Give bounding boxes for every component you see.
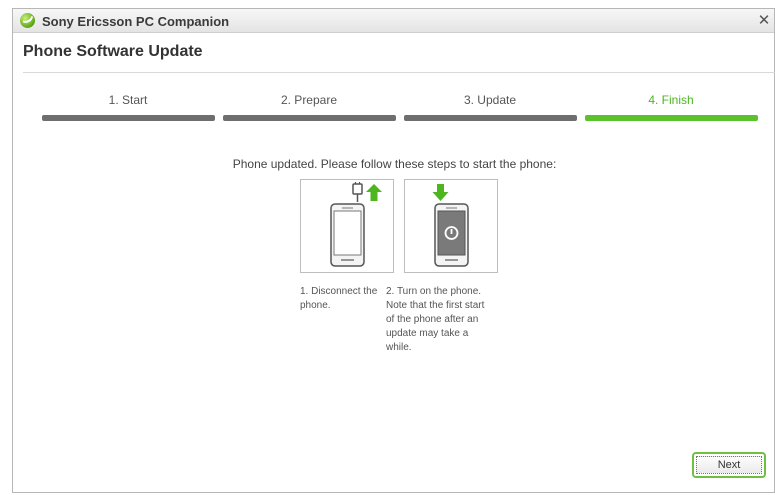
- header-divider: [23, 72, 775, 73]
- step-bar-finish: [585, 115, 758, 121]
- disconnect-card: [300, 179, 394, 273]
- page-title: Phone Software Update: [23, 43, 203, 60]
- step-label-prepare: 2. Prepare: [280, 93, 338, 107]
- power-on-caption: 2. Turn on the phone. Note that the firs…: [386, 286, 485, 353]
- companion-window: Sony Ericsson PC Companion ✕ Phone Softw…: [12, 8, 775, 493]
- title-bar: Sony Ericsson PC Companion ✕: [13, 9, 774, 33]
- sony-ericsson-logo-icon: [20, 13, 35, 28]
- finish-instructions: Phone updated. Please follow these steps…: [232, 157, 557, 171]
- step-bar-start: [42, 115, 215, 121]
- step-label-update: 3. Update: [463, 93, 517, 107]
- step-label-finish: 4. Finish: [648, 93, 694, 107]
- phone-power-on-icon: [432, 184, 469, 267]
- power-on-card: [404, 179, 498, 273]
- next-button-label: Next: [696, 456, 762, 474]
- step-label-start: 1. Start: [108, 93, 148, 107]
- step-bar-update: [404, 115, 577, 121]
- close-icon[interactable]: ✕: [756, 11, 772, 29]
- disconnect-caption: 1. Disconnect the phone.: [300, 286, 378, 311]
- window-title: Sony Ericsson PC Companion: [42, 14, 230, 29]
- next-button[interactable]: Next: [692, 452, 766, 478]
- step-bar-prepare: [223, 115, 396, 121]
- phone-disconnect-icon: [330, 182, 382, 267]
